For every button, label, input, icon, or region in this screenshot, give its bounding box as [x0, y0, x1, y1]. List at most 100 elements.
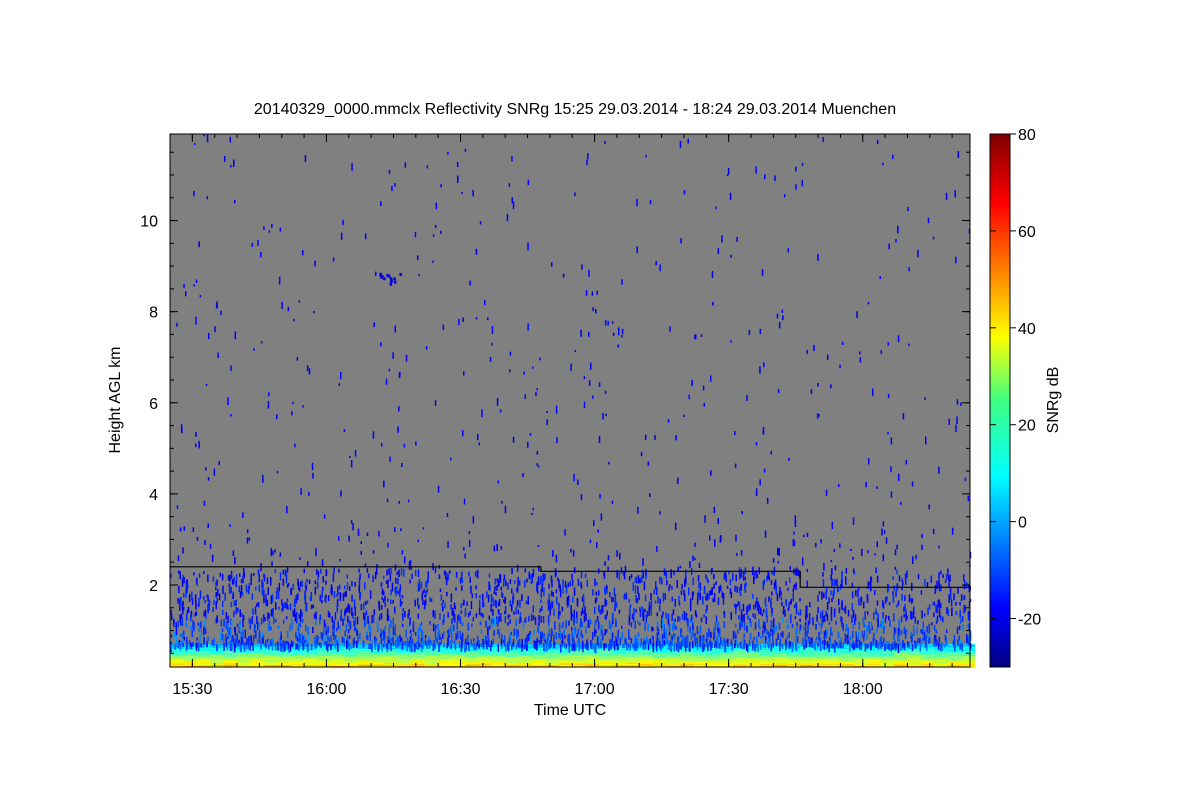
y-tick-label: 8: [149, 305, 158, 322]
echo-cell: [234, 626, 237, 636]
echo-cell: [417, 597, 419, 606]
echo-cell: [253, 634, 255, 642]
echo-cell: [244, 629, 246, 639]
echo-cell: [747, 644, 749, 653]
echo-cell: [209, 543, 212, 549]
echo-cell: [743, 622, 746, 631]
echo-cell: [896, 588, 898, 592]
echo-cell: [694, 334, 696, 340]
echo-cell: [463, 371, 465, 376]
echo-cell: [920, 644, 935, 646]
echo-cell: [598, 604, 600, 613]
echo-cell: [603, 643, 605, 651]
echo-cell: [215, 592, 217, 598]
echo-cell: [312, 472, 314, 479]
echo-cell: [258, 623, 260, 629]
echo-cell: [401, 463, 403, 468]
echo-cell: [855, 631, 857, 637]
echo-cell: [841, 341, 844, 345]
echo-cell: [890, 491, 893, 498]
echo-cell: [775, 638, 778, 647]
echo-cell: [951, 607, 953, 617]
echo-cell: [397, 426, 399, 433]
echo-cell: [721, 591, 724, 598]
echo-cell: [482, 613, 484, 618]
echo-cell: [434, 633, 437, 642]
echo-cell: [875, 567, 877, 574]
echo-cell: [771, 629, 773, 637]
echo-cell: [443, 631, 445, 636]
echo-cell: [461, 635, 463, 645]
echo-cell: [795, 582, 797, 590]
echo-cell: [926, 631, 929, 639]
echo-cell: [960, 594, 963, 601]
echo-cell: [525, 600, 528, 604]
echo-cell: [257, 569, 260, 575]
echo-cell: [692, 555, 694, 561]
echo-cell: [866, 595, 869, 603]
echo-cell: [170, 634, 173, 638]
echo-cell: [673, 618, 675, 628]
echo-cell: [659, 264, 661, 272]
echo-cell: [596, 542, 598, 548]
echo-cell: [485, 620, 487, 628]
echo-cell: [778, 548, 780, 557]
echo-cell: [251, 242, 253, 247]
echo-cell: [417, 628, 419, 634]
echo-cell: [306, 642, 308, 646]
echo-cell: [824, 635, 827, 639]
echo-cell: [403, 568, 405, 577]
echo-cell: [371, 614, 373, 624]
echo-cell: [258, 573, 260, 583]
echo-cell: [440, 230, 442, 234]
echo-cell: [233, 576, 235, 585]
echo-cell: [445, 576, 448, 586]
echo-cell: [742, 638, 745, 645]
echo-cell: [967, 623, 970, 629]
echo-cell: [493, 630, 495, 636]
echo-cell: [810, 389, 813, 395]
echo-cell: [770, 643, 772, 649]
echo-cell: [364, 617, 367, 626]
echo-cell: [619, 552, 621, 560]
echo-cell: [484, 300, 486, 306]
echo-cell: [295, 595, 298, 604]
echo-cell: [752, 643, 754, 649]
echo-cell: [322, 586, 324, 592]
echo-cell: [476, 570, 479, 577]
echo-cell: [260, 341, 263, 344]
echo-cell: [324, 623, 327, 630]
echo-cell: [750, 622, 752, 628]
echo-cell: [921, 533, 923, 538]
echo-cell: [714, 539, 716, 547]
echo-cell: [261, 632, 264, 639]
echo-cell: [267, 401, 270, 409]
echo-cell: [492, 608, 494, 616]
echo-cell: [237, 607, 239, 613]
echo-cell: [710, 470, 712, 476]
echo-cell: [500, 612, 502, 622]
echo-cell: [229, 574, 231, 582]
echo-cell: [360, 541, 362, 544]
echo-cell: [610, 629, 613, 637]
echo-cell: [689, 561, 691, 568]
echo-cell: [931, 622, 933, 626]
echo-cell: [417, 255, 419, 260]
echo-cell: [475, 642, 477, 651]
echo-cell: [743, 644, 745, 650]
echo-cell: [366, 568, 369, 573]
echo-cell: [325, 569, 327, 577]
echo-cell: [177, 570, 180, 574]
echo-cell: [394, 624, 396, 633]
echo-cell: [834, 639, 836, 646]
echo-cell: [261, 579, 263, 588]
echo-cell: [345, 624, 348, 632]
echo-cell: [170, 613, 173, 621]
echo-cell: [618, 572, 620, 580]
echo-cell: [573, 627, 576, 637]
echo-cell: [604, 390, 607, 395]
echo-cell: [782, 315, 784, 321]
echo-cell: [314, 586, 317, 595]
echo-cell: [388, 624, 391, 634]
echo-cell: [959, 643, 961, 650]
